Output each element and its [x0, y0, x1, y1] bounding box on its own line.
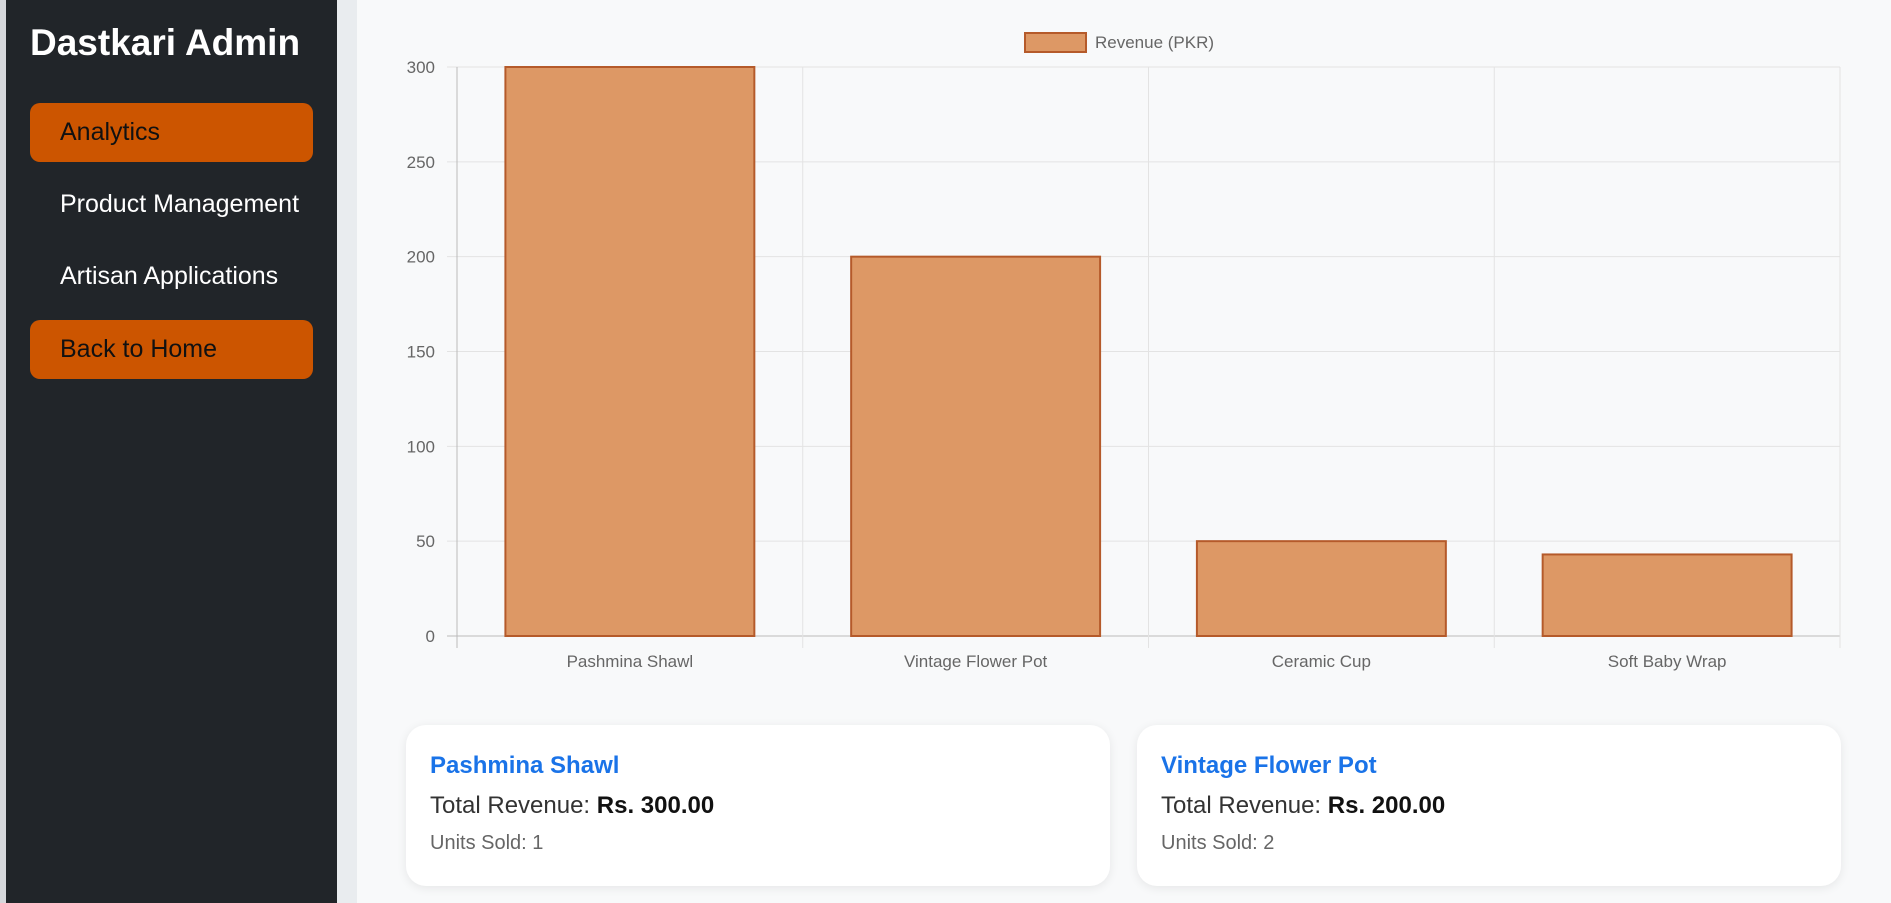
- bar: [850, 255, 1102, 637]
- chart-legend[interactable]: Revenue (PKR): [1024, 32, 1214, 53]
- x-tick-label: Soft Baby Wrap: [1608, 652, 1727, 671]
- legend-swatch: [1024, 32, 1087, 53]
- card-revenue-value: Rs. 300.00: [596, 792, 715, 819]
- x-tick-label: Pashmina Shawl: [567, 652, 694, 671]
- legend-label: Revenue (PKR): [1095, 33, 1214, 52]
- card-units-sold: Units Sold: 1: [430, 832, 544, 854]
- nav-back-to-home[interactable]: Back to Home: [30, 320, 313, 379]
- x-tick-label: Vintage Flower Pot: [904, 652, 1048, 671]
- x-tick-label: Ceramic Cup: [1272, 652, 1371, 671]
- card-revenue: Total Revenue: Rs. 300.00: [430, 792, 1086, 820]
- card-revenue-label: Total Revenue:: [1161, 792, 1322, 819]
- product-card: Pashmina Shawl Total Revenue: Rs. 300.00…: [406, 725, 1110, 886]
- card-title-link[interactable]: Vintage Flower Pot: [1161, 752, 1817, 780]
- product-card: Vintage Flower Pot Total Revenue: Rs. 20…: [1137, 725, 1841, 886]
- nav-product-management[interactable]: Product Management: [30, 175, 313, 234]
- y-tick-label: 250: [407, 153, 435, 172]
- sidebar: Dastkari Admin Analytics Product Managem…: [0, 0, 337, 903]
- nav-analytics[interactable]: Analytics: [30, 103, 313, 162]
- card-title-link[interactable]: Pashmina Shawl: [430, 752, 1086, 780]
- card-revenue-label: Total Revenue:: [430, 792, 591, 819]
- revenue-bar-chart: 0 50 100 150 200 250 300 Pashmina Shawl Vintage …: [407, 32, 1841, 671]
- nav-artisan-applications[interactable]: Artisan Applications: [30, 247, 313, 306]
- card-units-sold: Units Sold: 2: [1161, 832, 1275, 854]
- y-tick-label: 150: [407, 343, 435, 362]
- card-revenue: Total Revenue: Rs. 200.00: [1161, 792, 1817, 820]
- card-revenue-value: Rs. 200.00: [1327, 792, 1446, 819]
- main-content: 0 50 100 150 200 250 300 Pashmina Shawl Vintage …: [357, 0, 1891, 903]
- y-tick-label: 200: [407, 248, 435, 267]
- brand-title: Dastkari Admin: [30, 22, 301, 63]
- y-tick-label: 300: [407, 58, 435, 77]
- y-tick-label: 0: [426, 627, 435, 646]
- bar: [1541, 553, 1793, 638]
- bar: [1195, 540, 1447, 638]
- y-tick-label: 100: [407, 437, 435, 456]
- y-tick-label: 50: [416, 532, 435, 551]
- bar: [504, 66, 756, 637]
